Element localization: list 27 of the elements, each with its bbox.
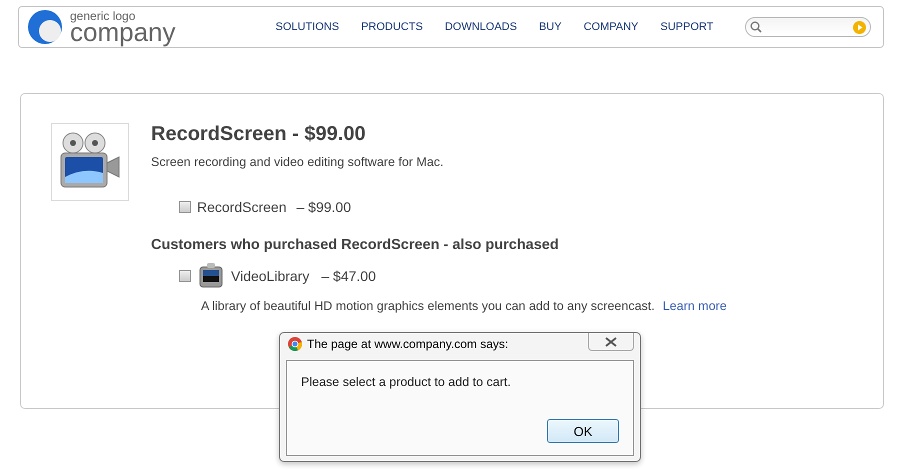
ok-button[interactable]: OK	[547, 419, 619, 443]
dialog-message: Please select a product to add to cart.	[301, 375, 512, 389]
upsell-item-price: – $47.00	[321, 268, 376, 284]
go-icon[interactable]	[853, 20, 866, 34]
learn-more-link[interactable]: Learn more	[662, 299, 727, 313]
product-description: Screen recording and video editing software for Mac.	[151, 155, 445, 169]
browser-icon	[288, 337, 302, 351]
search-field[interactable]	[745, 17, 871, 37]
product-option-name: RecordScreen	[197, 199, 286, 215]
upsell-heading: Customers who purchased RecordScreen - also purchased	[151, 237, 560, 253]
upsell-checkbox[interactable]	[179, 270, 191, 282]
product-option-price: – $99.00	[296, 199, 351, 215]
nav-link[interactable]: PRODUCTS	[361, 21, 423, 33]
nav-link[interactable]: BUY	[538, 21, 562, 33]
nav-link[interactable]: SUPPORT	[660, 21, 714, 33]
dialog-title: The page at www.company.com says:	[307, 337, 508, 351]
product-checkbox[interactable]	[179, 201, 191, 213]
product-title: RecordScreen - $99.00	[151, 123, 367, 146]
monitor-icon	[199, 263, 223, 289]
close-button[interactable]	[588, 333, 634, 351]
close-icon	[605, 336, 617, 346]
upsell-item-description: A library of beautiful HD motion graphics elements you can add to any screencast.	[201, 299, 655, 313]
nav-link[interactable]: DOWNLOADS	[444, 21, 517, 33]
nav-link[interactable]: COMPANY	[584, 21, 638, 33]
upsell-item-name: VideoLibrary	[231, 268, 310, 284]
search-icon	[750, 21, 762, 33]
nav-link[interactable]: SOLUTIONS	[276, 21, 340, 33]
